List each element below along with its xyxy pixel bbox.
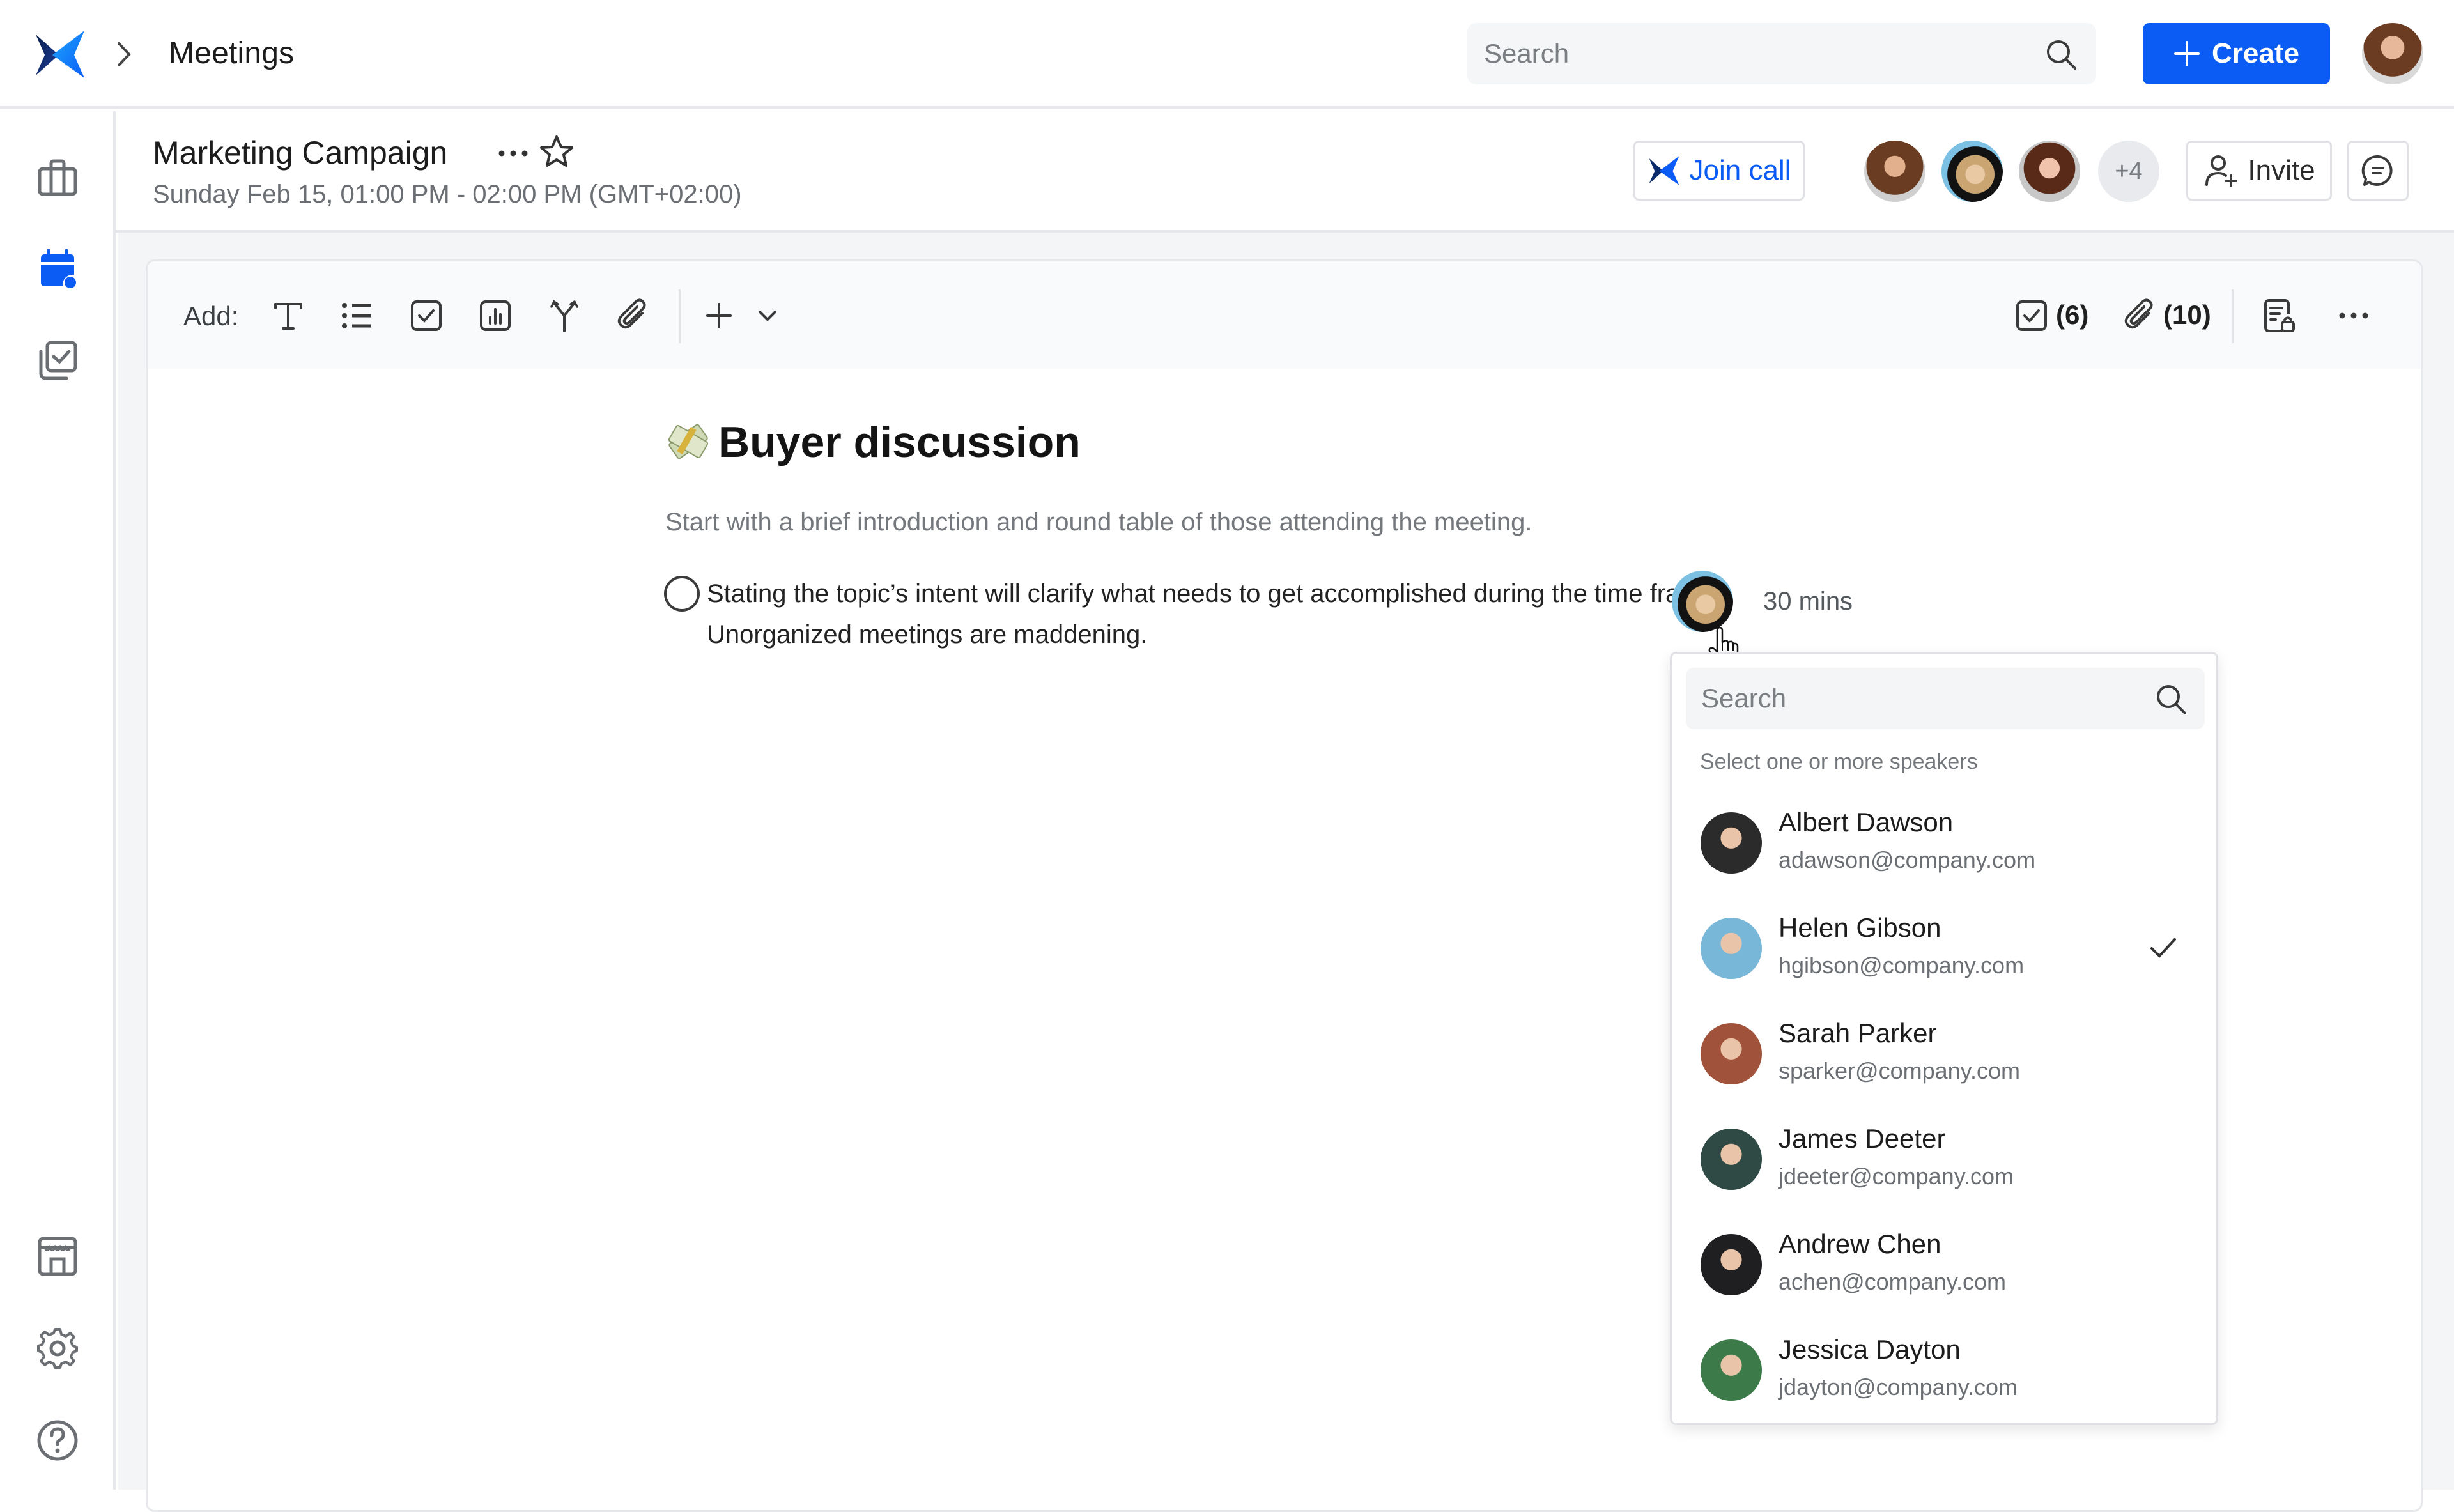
speaker-avatar — [1701, 918, 1762, 979]
help-icon — [37, 1420, 78, 1461]
sidebar — [0, 111, 116, 1490]
add-user-icon — [2205, 155, 2238, 187]
speaker-email: jdayton@company.com — [1779, 1374, 2018, 1400]
speaker-name: Albert Dawson — [1779, 807, 1954, 837]
speaker-name: Jessica Dayton — [1779, 1334, 1961, 1364]
speaker-avatar — [1701, 1339, 1762, 1401]
speaker-option[interactable]: Jessica Dayton jdayton@company.com — [1674, 1320, 2214, 1426]
meeting-header: Marketing Campaign Sunday Feb 15, 01:00 … — [116, 111, 2454, 233]
sidebar-item-store[interactable] — [35, 1233, 81, 1279]
speaker-avatar — [1701, 812, 1762, 874]
editor-toolbar: Add: (6) (10) — [148, 261, 2421, 369]
add-label: Add: — [183, 301, 239, 331]
agenda-item-radio[interactable] — [664, 576, 700, 612]
gear-icon — [37, 1328, 78, 1369]
speaker-search-input[interactable]: Search — [1686, 668, 2205, 729]
plus-icon — [2174, 41, 2200, 66]
search-icon[interactable] — [2154, 682, 2188, 716]
search-placeholder: Search — [1701, 683, 1787, 713]
money-emoji-icon — [665, 419, 711, 465]
speaker-avatar — [1701, 1234, 1762, 1295]
speaker-email: sparker@company.com — [1779, 1058, 2020, 1084]
attendee-avatar[interactable] — [2019, 141, 2080, 202]
briefcase-icon — [38, 159, 77, 196]
global-search-input[interactable]: Search — [1467, 23, 2096, 84]
attendee-avatar[interactable] — [1864, 141, 1925, 202]
text-icon[interactable] — [269, 297, 307, 335]
sidebar-item-help[interactable] — [35, 1417, 81, 1463]
toolbar-divider — [679, 289, 681, 343]
breadcrumb-chevron-icon — [114, 40, 134, 69]
checkmark-icon — [2150, 938, 2176, 958]
attachments-paperclip-icon[interactable] — [2121, 297, 2159, 335]
more-options-icon[interactable] — [2334, 297, 2373, 335]
speaker-option[interactable]: James Deeter jdeeter@company.com — [1674, 1109, 2214, 1215]
breadcrumb-title[interactable]: Meetings — [169, 36, 294, 71]
speaker-picker-dropdown: Search Select one or more speakers Alber… — [1670, 652, 2218, 1425]
attendee-avatar[interactable] — [1941, 141, 2003, 202]
speaker-avatar — [1701, 1129, 1762, 1190]
speaker-name: Helen Gibson — [1779, 913, 1941, 943]
favorite-star-icon[interactable] — [537, 133, 576, 171]
search-icon[interactable] — [2044, 37, 2078, 72]
speaker-name: Andrew Chen — [1779, 1229, 1941, 1259]
search-placeholder: Search — [1484, 38, 1570, 68]
attachments-count[interactable]: (10) — [2163, 300, 2211, 330]
toolbar-divider — [2232, 289, 2234, 343]
speaker-avatar[interactable] — [1672, 571, 1733, 632]
sidebar-item-tasks[interactable] — [35, 337, 81, 383]
chat-icon — [2361, 155, 2393, 186]
meeting-title[interactable]: Marketing Campaign — [153, 134, 447, 171]
bullet-list-icon[interactable] — [338, 297, 376, 335]
speaker-name: Sarah Parker — [1779, 1018, 1937, 1048]
create-label: Create — [2212, 38, 2299, 69]
sidebar-item-portfolio[interactable] — [35, 156, 81, 202]
speaker-option[interactable]: Albert Dawson adawson@company.com — [1674, 793, 2214, 899]
sidebar-item-settings[interactable] — [35, 1325, 81, 1371]
chart-icon[interactable] — [476, 297, 514, 335]
speaker-email: achen@company.com — [1779, 1269, 2007, 1295]
speaker-email: adawson@company.com — [1779, 847, 2036, 873]
speaker-option[interactable]: Helen Gibson hgibson@company.com — [1674, 899, 2214, 1004]
invite-label: Invite — [2248, 155, 2315, 186]
section-heading[interactable]: Buyer discussion — [718, 417, 1081, 467]
speaker-avatar — [1701, 1023, 1762, 1084]
main-area: Add: (6) (10) Buyer discussion Start wit… — [118, 233, 2454, 1512]
chat-button[interactable] — [2347, 141, 2409, 201]
document-lock-icon[interactable] — [2259, 297, 2297, 335]
section-intro[interactable]: Start with a brief introduction and roun… — [665, 508, 1532, 537]
duration-label[interactable]: 30 mins — [1763, 587, 1853, 616]
checkbox-icon[interactable] — [407, 297, 445, 335]
app-logo-icon — [1649, 156, 1679, 185]
top-bar: Meetings Search Create — [0, 0, 2454, 109]
meeting-datetime: Sunday Feb 15, 01:00 PM - 02:00 PM (GMT+… — [153, 180, 742, 208]
create-button[interactable]: Create — [2143, 23, 2330, 84]
agenda-item-text[interactable]: Stating the topic’s intent will clarify … — [707, 573, 1780, 655]
calendar-icon — [41, 249, 76, 288]
plus-icon[interactable] — [700, 297, 738, 335]
speaker-option[interactable]: Andrew Chen achen@company.com — [1674, 1215, 2214, 1320]
join-call-label: Join call — [1689, 155, 1791, 186]
storefront-icon — [38, 1237, 77, 1276]
more-options-icon[interactable] — [495, 141, 531, 166]
speaker-hint: Select one or more speakers — [1700, 750, 1978, 774]
more-attendees-badge[interactable]: +4 — [2098, 141, 2159, 202]
join-call-button[interactable]: Join call — [1633, 141, 1805, 201]
sidebar-item-meetings[interactable] — [35, 247, 81, 293]
app-logo-icon[interactable] — [33, 29, 87, 79]
paperclip-icon[interactable] — [614, 297, 652, 335]
speaker-option[interactable]: Sarah Parker sparker@company.com — [1674, 1004, 2214, 1109]
speaker-email: hgibson@company.com — [1779, 952, 2025, 978]
checklist-icon — [39, 341, 77, 380]
chevron-down-icon[interactable] — [748, 297, 787, 335]
speaker-email: jdeeter@company.com — [1779, 1163, 2014, 1189]
speaker-name: James Deeter — [1779, 1123, 1946, 1153]
user-avatar[interactable] — [2362, 23, 2423, 84]
tasks-count[interactable]: (6) — [2056, 300, 2088, 330]
branch-icon[interactable] — [545, 297, 583, 335]
invite-button[interactable]: Invite — [2186, 141, 2332, 201]
tasks-checkbox-icon[interactable] — [2012, 297, 2051, 335]
